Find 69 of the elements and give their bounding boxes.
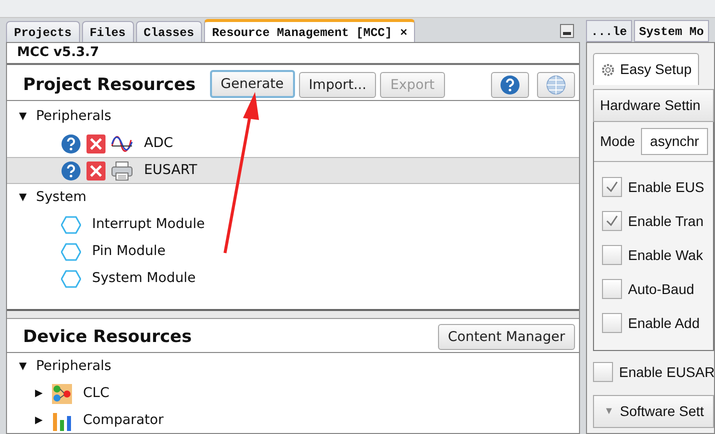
logic-gate-icon (52, 384, 72, 404)
tree-row[interactable]: EUSART (7, 157, 579, 184)
toolbar-button[interactable]: Import... (298, 72, 376, 98)
close-button[interactable]: × (400, 26, 408, 40)
expand-toggle[interactable]: ▼ (19, 359, 31, 374)
globe-button[interactable] (537, 72, 575, 98)
panel-tab[interactable]: Resource Management [MCC] (212, 26, 392, 40)
tree-row[interactable]: Interrupt Module (7, 211, 579, 238)
bar-chart-icon (52, 410, 72, 430)
checkmark-icon (606, 181, 618, 193)
checkbox-label: Enable Tran (628, 212, 704, 230)
globe-icon (546, 75, 566, 95)
checkbox-label: Enable EUSAR (619, 362, 715, 382)
checkbox[interactable] (602, 245, 622, 265)
checkbox[interactable] (593, 362, 613, 382)
checkbox-label: Enable Add (628, 314, 700, 332)
mode-dropdown[interactable]: asynchr (641, 128, 708, 155)
tree-item-label[interactable]: System Module (92, 268, 196, 289)
hexagon-icon (61, 216, 81, 234)
checkbox-label: Enable EUS (628, 178, 704, 196)
tree-item-label[interactable]: ADC (144, 133, 174, 154)
tree-row[interactable]: ADC (7, 130, 579, 157)
checkbox[interactable] (602, 313, 622, 333)
minimize-icon[interactable] (560, 24, 574, 38)
tree-item-label[interactable]: EUSART (144, 160, 198, 181)
help-icon (61, 160, 81, 180)
expand-toggle[interactable]: ▼ (19, 109, 31, 124)
section-title: Device Resources (23, 326, 192, 348)
section-header[interactable]: Hardware Settin (593, 89, 714, 122)
printer-icon (111, 160, 133, 180)
expand-toggle[interactable]: ▼ (19, 190, 31, 205)
panel-tab[interactable]: Files (82, 21, 134, 42)
hexagon-icon (61, 270, 81, 288)
checkbox[interactable] (602, 177, 622, 197)
gear-icon (600, 62, 616, 78)
waveform-icon (111, 134, 133, 154)
hexagon-icon (61, 242, 81, 260)
tree-row[interactable]: System Module (7, 265, 579, 292)
tree-item[interactable]: Peripherals (36, 106, 112, 127)
checkbox[interactable] (602, 279, 622, 299)
panel-tab[interactable]: Classes (136, 21, 202, 42)
splitter[interactable] (7, 309, 579, 319)
mode-label: Mode (600, 132, 636, 151)
content-manager-button[interactable]: Content Manager (438, 324, 575, 350)
help-icon (500, 75, 520, 95)
checkmark-icon (606, 215, 618, 227)
tree-item[interactable]: System (36, 187, 86, 208)
setup-tab[interactable]: Easy Setup (593, 53, 699, 85)
expand-toggle[interactable]: ▶ (35, 386, 47, 401)
section-title: Project Resources (23, 74, 196, 96)
tree-item[interactable]: Comparator (83, 410, 164, 431)
tree-item[interactable]: Peripherals (36, 356, 112, 377)
tree-item[interactable]: CLC (83, 383, 110, 404)
expand-toggle[interactable]: ▶ (35, 413, 47, 428)
help-button[interactable] (491, 72, 529, 98)
help-icon (61, 134, 81, 154)
toolbar-button[interactable]: Generate (210, 70, 295, 98)
panel-tab[interactable]: Projects (6, 21, 80, 42)
panel-tab[interactable]: ...le (586, 20, 632, 42)
checkbox[interactable] (602, 211, 622, 231)
checkbox-label: Enable Wak (628, 246, 703, 264)
delete-icon (86, 160, 106, 180)
tree-row[interactable]: Pin Module (7, 238, 579, 265)
section-header[interactable]: Software Sett (620, 401, 704, 422)
tree-item-label[interactable]: Pin Module (92, 241, 166, 262)
checkbox-label: Auto-Baud (628, 280, 694, 298)
panel-tab[interactable]: System Mo (634, 20, 709, 42)
tree-item-label[interactable]: Interrupt Module (92, 214, 205, 235)
delete-icon (86, 134, 106, 154)
